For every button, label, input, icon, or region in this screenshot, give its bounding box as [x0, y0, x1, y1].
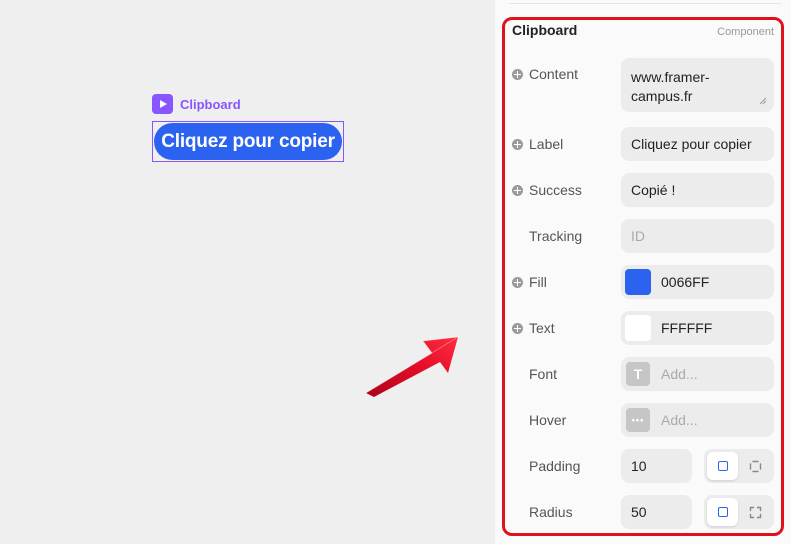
section-title: Clipboard [512, 22, 578, 38]
radius-label: Radius [529, 504, 573, 520]
fill-label-row[interactable]: Fill [512, 274, 547, 290]
more-dots-icon: ••• [626, 408, 650, 432]
radius-mode-toggle [704, 495, 774, 529]
section-type: Component [717, 26, 774, 38]
radius-individual-button[interactable] [740, 498, 771, 526]
radius-uniform-button[interactable] [707, 498, 738, 526]
radius-label-row: Radius [512, 504, 573, 520]
tracking-label-row: Tracking [512, 228, 582, 244]
text-t-icon: T [626, 362, 650, 386]
plus-circle-icon[interactable] [512, 276, 523, 288]
font-label-row: Font [512, 366, 557, 382]
hover-label: Hover [529, 412, 567, 428]
component-label[interactable]: Clipboard [152, 94, 241, 114]
individual-sides-icon [749, 460, 762, 472]
plus-circle-icon[interactable] [512, 184, 523, 196]
plus-circle-icon[interactable] [512, 322, 523, 334]
success-label-row[interactable]: Success [512, 182, 582, 198]
plus-circle-icon[interactable] [512, 138, 523, 150]
font-placeholder: Add... [661, 366, 698, 382]
content-value-line1: www.framer- [631, 69, 710, 85]
text-swatch[interactable] [625, 315, 651, 341]
component-name: Clipboard [180, 96, 241, 112]
padding-individual-button[interactable] [740, 452, 771, 480]
square-icon [717, 507, 728, 517]
font-field[interactable]: T Add... [621, 357, 774, 391]
content-label: Content [529, 66, 579, 82]
red-arrow-icon [365, 336, 459, 397]
label-label-row[interactable]: Label [512, 136, 563, 152]
fill-value: 0066FF [661, 274, 710, 290]
clipboard-button[interactable]: Cliquez pour copier [154, 123, 342, 160]
tracking-input[interactable]: ID [621, 219, 774, 253]
success-label: Success [529, 182, 582, 198]
hover-field[interactable]: ••• Add... [621, 403, 774, 437]
text-color-field[interactable]: FFFFFF [621, 311, 774, 345]
padding-input[interactable]: 10 [621, 449, 692, 483]
fill-color-field[interactable]: 0066FF [621, 265, 774, 299]
content-label-row[interactable]: Content [512, 66, 578, 82]
fill-swatch[interactable] [625, 269, 651, 295]
tracking-label: Tracking [529, 228, 583, 244]
play-component-icon [152, 94, 173, 114]
font-label: Font [529, 366, 558, 382]
panel-divider [509, 0, 781, 4]
radius-input[interactable]: 50 [621, 495, 692, 529]
plus-circle-icon[interactable] [512, 68, 523, 80]
text-label-row[interactable]: Text [512, 320, 555, 336]
label-label: Label [529, 136, 564, 152]
resize-handle-icon[interactable] [759, 97, 767, 105]
text-value: FFFFFF [661, 320, 713, 336]
text-label: Text [529, 320, 555, 336]
padding-label-row: Padding [512, 458, 580, 474]
success-input[interactable]: Copié ! [621, 173, 774, 207]
content-value-line2: campus.fr [631, 88, 693, 104]
content-textarea[interactable]: www.framer- campus.fr [621, 58, 774, 112]
hover-placeholder: Add... [661, 412, 698, 428]
design-canvas[interactable]: Clipboard Cliquez pour copier [0, 0, 495, 544]
padding-uniform-button[interactable] [707, 452, 738, 480]
individual-corners-icon [749, 506, 762, 518]
hover-label-row: Hover [512, 412, 566, 428]
square-icon [717, 461, 728, 471]
fill-label: Fill [529, 274, 547, 290]
label-input[interactable]: Cliquez pour copier [621, 127, 774, 161]
padding-label: Padding [529, 458, 581, 474]
padding-mode-toggle [704, 449, 774, 483]
